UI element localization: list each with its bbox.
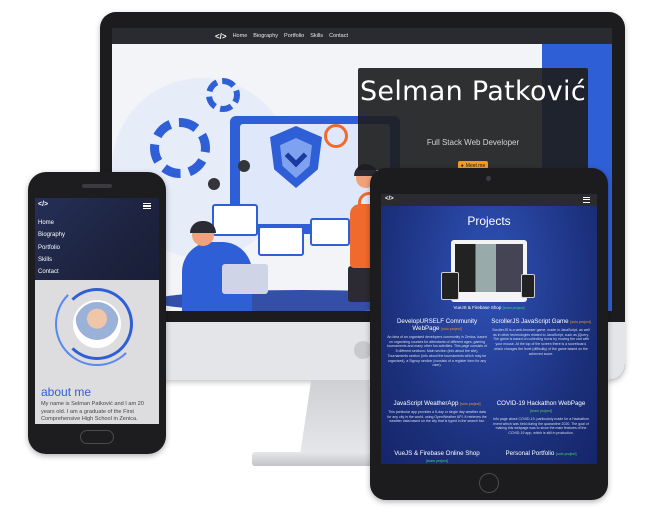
nav-skills[interactable]: Skills	[310, 33, 323, 39]
hero-role: Full Stack Web Developer	[426, 138, 520, 147]
nav-contact[interactable]: Contact	[329, 33, 348, 39]
about-text: My name is Selman Patković and I am 20 y…	[41, 401, 144, 423]
project-title-text: DevelopURSELF Community WebPage	[396, 318, 478, 332]
avatar	[73, 300, 121, 348]
menu-item-skills[interactable]: Skills	[38, 254, 65, 266]
preview-phone-left	[441, 272, 459, 300]
envelope-icon	[212, 204, 258, 236]
gear-icon	[150, 118, 210, 178]
project-title-text: ScrollerJS JavaScript Game	[491, 318, 569, 325]
project-tag: [solo project]	[460, 402, 481, 406]
phone-device: </> Home Biography Portfolio Skills Cont…	[28, 172, 166, 454]
virus-icon	[208, 178, 220, 190]
tablet-device: </> Projects VueJS & Firebase Shop [team…	[370, 168, 608, 500]
featured-caption-tag: [team project]	[502, 306, 525, 310]
project-preview-screen	[455, 244, 523, 292]
project-title: VueJS & Firebase Online Shop [team proje…	[387, 450, 487, 464]
gear-icon-small	[206, 78, 240, 112]
project-tag: [solo project]	[441, 327, 462, 331]
featured-caption: VueJS & Firebase Shop [team project]	[381, 305, 597, 310]
project-description: Info page about COVID-19, particularly m…	[493, 417, 589, 436]
phone-menu: Home Biography Portfolio Skills Contact	[38, 217, 65, 278]
project-card[interactable]: VueJS & Firebase Online Shop [team proje…	[387, 450, 487, 464]
project-title: ScrollerJS JavaScript Game [solo project…	[491, 318, 591, 326]
code-logo-icon[interactable]: </>	[385, 196, 394, 202]
phone-home-button	[80, 430, 114, 444]
project-title: JavaScript WeatherApp [solo project]	[387, 400, 487, 408]
phone-speaker	[82, 184, 112, 188]
project-card[interactable]: Personal Portfolio [solo project]	[491, 450, 591, 458]
window-icon	[310, 218, 350, 246]
preview-phone-right	[521, 274, 535, 298]
about-title: about me	[41, 385, 92, 399]
tablet-home-button	[479, 473, 499, 493]
project-title-text: JavaScript WeatherApp	[393, 400, 459, 407]
project-description: An idea of an organised developers commu…	[387, 335, 487, 368]
virus-icon-2	[238, 160, 250, 172]
projects-title: Projects	[467, 214, 511, 228]
tablet-navbar: </>	[381, 194, 597, 206]
project-card[interactable]: COVID-19 Hackathon WebPage [team project…	[491, 400, 591, 436]
code-logo-icon[interactable]: </>	[215, 32, 227, 41]
hero-name: Selman Patković	[359, 76, 586, 107]
project-tag: [solo project]	[570, 320, 591, 324]
monitor-stand	[300, 380, 380, 455]
hero-card: Selman Patković Full Stack Web Developer	[358, 68, 588, 170]
menu-item-home[interactable]: Home	[38, 217, 65, 229]
nav-biography[interactable]: Biography	[253, 33, 278, 39]
project-card[interactable]: ScrollerJS JavaScript Game [solo project…	[491, 318, 591, 356]
desktop-navbar: </> Home Biography Portfolio Skills Cont…	[112, 28, 612, 44]
video-window-icon	[258, 226, 304, 256]
menu-item-biography[interactable]: Biography	[38, 229, 65, 241]
featured-caption-title: VueJS & Firebase Shop	[453, 305, 502, 310]
project-description: This particular app provides a 5-day or …	[387, 410, 487, 424]
nav-home[interactable]: Home	[233, 33, 248, 39]
hamburger-menu-icon[interactable]	[143, 203, 151, 209]
tablet-camera	[486, 176, 491, 181]
project-tag: [solo project]	[556, 452, 577, 456]
project-title-text: VueJS & Firebase Online Shop	[394, 450, 480, 457]
project-title-text: Personal Portfolio	[505, 450, 555, 457]
phone-screen: </> Home Biography Portfolio Skills Cont…	[35, 198, 159, 424]
project-title-text: COVID-19 Hackathon WebPage	[496, 400, 586, 407]
project-description: ScrollerJS is a web-browser game, made i…	[492, 328, 590, 356]
menu-item-portfolio[interactable]: Portfolio	[38, 242, 65, 254]
hamburger-menu-icon[interactable]	[583, 197, 590, 203]
code-logo-icon[interactable]: </>	[38, 201, 48, 208]
project-tag: [team project]	[530, 409, 552, 413]
project-card[interactable]: DevelopURSELF Community WebPage [solo pr…	[387, 318, 487, 368]
target-icon	[324, 124, 348, 148]
tablet-screen: </> Projects VueJS & Firebase Shop [team…	[381, 194, 597, 464]
project-card[interactable]: JavaScript WeatherApp [solo project] Thi…	[387, 400, 487, 424]
project-title: COVID-19 Hackathon WebPage [team project…	[491, 400, 591, 415]
illustration-person-laptop	[222, 264, 268, 294]
project-tag: [team project]	[426, 459, 448, 463]
project-title: DevelopURSELF Community WebPage [solo pr…	[387, 318, 487, 333]
nav-portfolio[interactable]: Portfolio	[284, 33, 304, 39]
menu-item-contact[interactable]: Contact	[38, 266, 65, 278]
project-title: Personal Portfolio [solo project]	[491, 450, 591, 458]
